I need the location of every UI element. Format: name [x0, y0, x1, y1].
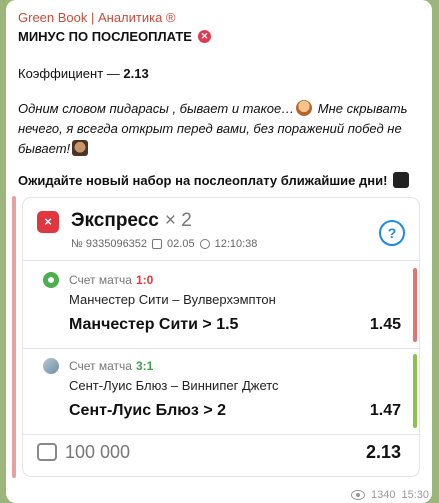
face-emoji-icon	[296, 100, 313, 116]
ticket-number: № 9335096352	[71, 238, 148, 250]
message-time: 15:30	[401, 489, 429, 501]
message-note: Одним словом пидарасы , бывает и такое… …	[18, 99, 418, 159]
match-name: Сент-Луис Блюз – Виннипег Джетс	[69, 378, 279, 393]
coefficient-line: Коэффициент — 2.13	[18, 66, 149, 81]
leg-score-line: Счет матча 3:1	[69, 359, 153, 373]
wallet-icon	[37, 443, 57, 461]
message-meta: 1340 15:30	[350, 489, 429, 501]
preview-accent-bar	[12, 196, 16, 478]
total-odd: 2.13	[365, 442, 401, 462]
pick-odd: 1.45	[369, 316, 401, 333]
coefficient-label: Коэффициент —	[18, 66, 124, 81]
leg-score-line: Счет матча 1:0	[69, 273, 153, 287]
pick-name: Манчестер Сити > 1.5	[69, 316, 239, 333]
bet-meta: № 9335096352 02.05 12:10:38	[71, 238, 257, 250]
match-name: Манчестер Сити – Вулверхэмптон	[69, 292, 276, 307]
channel-name[interactable]: Green Book | Аналитика ®	[18, 10, 176, 25]
bet-card[interactable]: × Экспресс × 2 № 9335096352 02.05 12:10:3…	[23, 198, 419, 476]
pick-odd: 1.47	[369, 402, 401, 419]
message-title: МИНУС ПО ПОСЛЕОПЛАТЕ ✕	[18, 29, 211, 44]
title-text: МИНУС ПО ПОСЛЕОПЛАТЕ	[18, 29, 192, 44]
bet-time: 12:10:38	[214, 238, 258, 250]
view-count: 1340	[370, 489, 396, 501]
bet-type-title: Экспресс × 2	[71, 210, 192, 232]
bet-footer: 100 000 2.13	[23, 434, 419, 474]
bearded-man-emoji-icon	[72, 140, 89, 156]
views-eye-icon	[350, 490, 365, 500]
red-cross-icon: ✕	[197, 30, 211, 43]
help-icon[interactable]: ?	[379, 220, 405, 246]
bet-type: Экспресс	[71, 210, 159, 231]
clock-icon	[199, 239, 210, 249]
score-label: Счет матча	[69, 273, 132, 287]
await-line: Ожидайте новый набор на послеоплату ближ…	[18, 172, 410, 188]
leg-status-bar	[413, 268, 417, 342]
soccer-ball-icon	[43, 272, 59, 288]
bet-leg: Счет матча 1:0 Манчестер Сити – Вулверхэм…	[23, 264, 419, 346]
await-text: Ожидайте новый набор на послеоплату ближ…	[18, 172, 388, 188]
stake-amount: 100 000	[65, 442, 131, 462]
score-value: 1:0	[135, 273, 154, 287]
score-label: Счет матча	[69, 359, 132, 373]
calendar-icon	[152, 239, 163, 249]
lost-status-icon: ×	[37, 211, 59, 233]
hockey-puck-icon	[43, 358, 59, 374]
bet-date: 02.05	[167, 238, 195, 250]
divider	[23, 260, 419, 261]
note-part-1: Одним словом пидарасы , бывает и такое…	[18, 101, 295, 116]
nhl-logo-icon	[393, 172, 410, 188]
leg-count: × 2	[164, 210, 192, 231]
coefficient-value: 2.13	[123, 66, 149, 81]
pick-name: Сент-Луис Блюз > 2	[69, 402, 226, 419]
score-value: 3:1	[135, 359, 154, 373]
bet-leg: Счет матча 3:1 Сент-Луис Блюз – Виннипег …	[23, 350, 419, 432]
divider	[23, 348, 419, 349]
leg-status-bar	[413, 354, 417, 428]
